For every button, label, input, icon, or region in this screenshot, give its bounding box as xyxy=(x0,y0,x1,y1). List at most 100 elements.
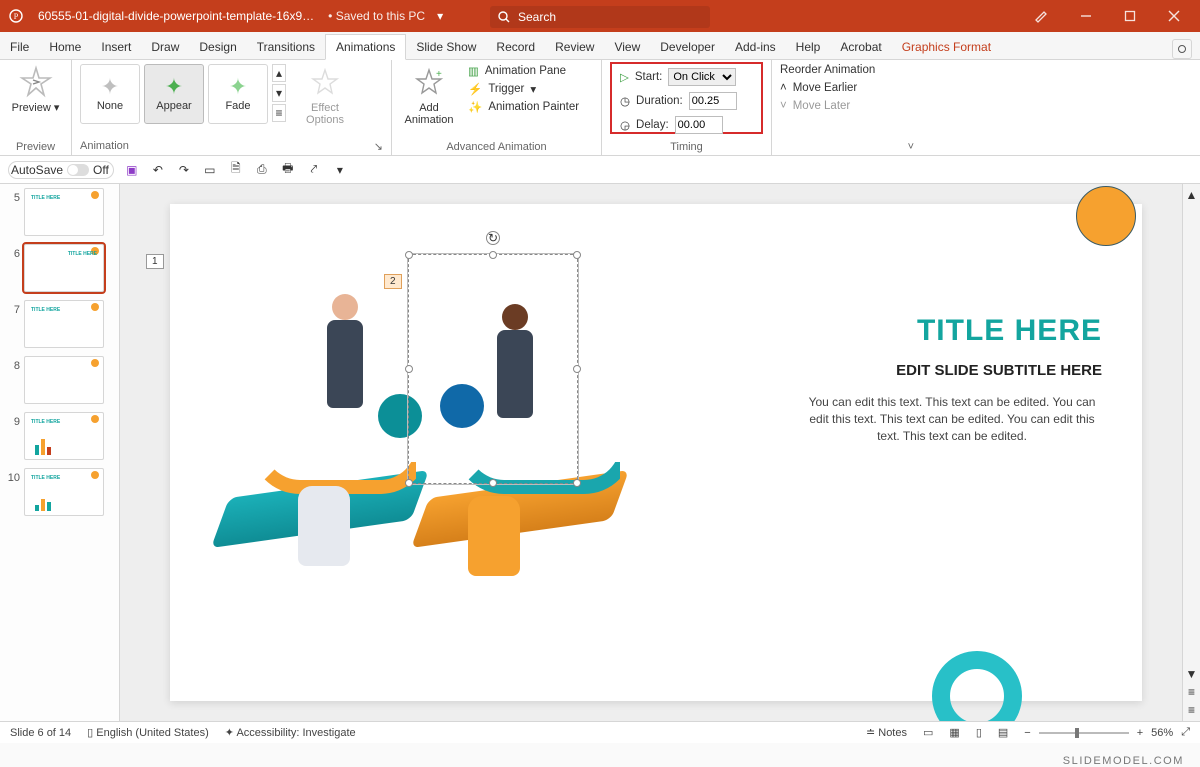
slide-canvas[interactable]: 1 TITLE HERE EDIT SLIDE SUBTITLE HERE Yo… xyxy=(120,184,1182,721)
save-icon[interactable]: ▣ xyxy=(124,162,140,178)
up-icon: ˄ xyxy=(780,82,787,94)
save-dropdown-icon[interactable]: ▾ xyxy=(437,9,443,23)
tab-transitions[interactable]: Transitions xyxy=(247,35,325,59)
move-later-button: ˅Move Later xyxy=(780,100,875,112)
animation-pane-button[interactable]: ▥Animation Pane xyxy=(468,64,579,78)
more-icon[interactable]: ▾ xyxy=(332,162,348,178)
dialog-launcher-icon[interactable]: ↘ xyxy=(374,140,383,153)
normal-view-icon[interactable]: ▭ xyxy=(923,726,933,739)
tab-home[interactable]: Home xyxy=(39,35,91,59)
person-left xyxy=(300,294,390,494)
quick-access-toolbar: AutoSave Off ▣ ↶ ↷ ▭ 🗎 ⎙ 🖶 ⤤ ▾ xyxy=(0,156,1200,184)
tab-acrobat[interactable]: Acrobat xyxy=(830,35,891,59)
appear-star-icon: ✦ xyxy=(165,76,183,98)
deco-ring xyxy=(932,651,1022,721)
share-icon[interactable]: ⤤ xyxy=(306,162,322,178)
anim-tag-2[interactable]: 2 xyxy=(384,274,402,289)
tab-slideshow[interactable]: Slide Show xyxy=(406,35,486,59)
tab-record[interactable]: Record xyxy=(486,35,545,59)
tab-animations[interactable]: Animations xyxy=(325,34,406,60)
reading-view-icon[interactable]: ▯ xyxy=(976,726,982,739)
tab-developer[interactable]: Developer xyxy=(650,35,725,59)
folder-icon[interactable]: ▭ xyxy=(202,162,218,178)
tab-view[interactable]: View xyxy=(604,35,650,59)
delay-input[interactable] xyxy=(675,116,723,134)
titlebar: P 60555-01-digital-divide-powerpoint-tem… xyxy=(0,0,1200,32)
timing-duration[interactable]: ◷ Duration: xyxy=(620,92,737,110)
thumb-9[interactable]: 9TITLE HERE xyxy=(6,412,119,460)
selection-box[interactable]: ↻ xyxy=(408,254,578,484)
thumb-6[interactable]: *6TITLE HERE xyxy=(6,244,119,292)
thumb-5[interactable]: 5TITLE HERE xyxy=(6,188,119,236)
collapse-ribbon-button[interactable] xyxy=(1172,39,1192,59)
scroll-up-icon[interactable]: ▲ xyxy=(1186,188,1198,202)
preview-button[interactable]: Preview ▾ xyxy=(8,64,63,114)
thumb-10[interactable]: 10TITLE HERE xyxy=(6,468,119,516)
add-animation-button[interactable]: + Add Animation xyxy=(400,64,458,126)
slideshow-view-icon[interactable]: ▤ xyxy=(998,726,1008,739)
save-state[interactable]: • Saved to this PC xyxy=(328,9,425,23)
anim-none[interactable]: ✦None xyxy=(80,64,140,124)
collapse-timing-icon[interactable]: ˅ xyxy=(908,141,914,153)
zoom-value[interactable]: 56% xyxy=(1151,727,1173,739)
tab-file[interactable]: File xyxy=(0,35,39,59)
notes-button[interactable]: ≐ Notes xyxy=(866,726,907,739)
animation-painter-button[interactable]: ✨Animation Painter xyxy=(468,100,579,114)
duration-input[interactable] xyxy=(689,92,737,110)
prev-slide-icon[interactable]: ≡ xyxy=(1188,685,1195,699)
gallery-scroll[interactable]: ▴ ▾ ≡ xyxy=(272,64,286,124)
anim-tag-1[interactable]: 1 xyxy=(146,254,164,269)
slide-counter[interactable]: Slide 6 of 14 xyxy=(10,727,71,739)
effect-options-button: Effect Options xyxy=(296,64,354,126)
vertical-scrollbar[interactable]: ▲ ▼ ≡ ≡ xyxy=(1182,184,1200,721)
slide-thumbnails[interactable]: 5TITLE HERE *6TITLE HERE 7TITLE HERE 8 9… xyxy=(0,184,120,721)
tab-graphics-format[interactable]: Graphics Format xyxy=(892,35,1001,59)
timing-start[interactable]: ▷ Start: On Click xyxy=(620,68,737,86)
thumb-7[interactable]: 7TITLE HERE xyxy=(6,300,119,348)
play-icon: ▷ xyxy=(620,70,629,84)
toggle-icon xyxy=(67,164,89,176)
search-box[interactable]: Search xyxy=(490,6,710,28)
start-select[interactable]: On Click xyxy=(668,68,736,86)
zoom-slider[interactable] xyxy=(1039,732,1129,734)
export-icon[interactable]: ⎙ xyxy=(254,162,270,178)
fit-icon[interactable]: ⤢ xyxy=(1181,726,1190,739)
sorter-view-icon[interactable]: ▦ xyxy=(949,726,959,739)
tab-addins[interactable]: Add-ins xyxy=(725,35,786,59)
pane-icon: ▥ xyxy=(468,64,479,78)
anim-fade[interactable]: ✦Fade xyxy=(208,64,268,124)
tab-design[interactable]: Design xyxy=(189,35,246,59)
redo-icon[interactable]: ↷ xyxy=(176,162,192,178)
trigger-button[interactable]: ⚡Trigger ▾ xyxy=(468,82,579,96)
add-animation-icon: + xyxy=(411,64,447,100)
undo-icon[interactable]: ↶ xyxy=(150,162,166,178)
next-slide-icon[interactable]: ≡ xyxy=(1188,703,1195,717)
maximize-button[interactable] xyxy=(1112,0,1148,32)
zoom-in-icon[interactable]: + xyxy=(1137,727,1143,739)
animation-gallery[interactable]: ✦None ✦Appear ✦Fade ▴ ▾ ≡ xyxy=(80,64,286,124)
tab-draw[interactable]: Draw xyxy=(141,35,189,59)
preview-star-icon xyxy=(18,64,54,100)
scroll-down-icon[interactable]: ▼ xyxy=(1186,667,1198,681)
tab-help[interactable]: Help xyxy=(786,35,831,59)
zoom-control[interactable]: − + 56% ⤢ xyxy=(1024,726,1190,739)
accessibility-indicator[interactable]: ✦ Accessibility: Investigate xyxy=(225,726,356,739)
ink-button[interactable] xyxy=(1024,0,1060,32)
autosave-toggle[interactable]: AutoSave Off xyxy=(8,161,114,179)
tab-insert[interactable]: Insert xyxy=(91,35,141,59)
ribbon: Preview ▾ Preview ✦None ✦Appear ✦Fade ▴ … xyxy=(0,60,1200,156)
lang-indicator[interactable]: ▯ English (United States) xyxy=(87,726,209,739)
anim-appear[interactable]: ✦Appear xyxy=(144,64,204,124)
zoom-out-icon[interactable]: − xyxy=(1024,727,1030,739)
close-button[interactable] xyxy=(1156,0,1192,32)
minimize-button[interactable] xyxy=(1068,0,1104,32)
tab-review[interactable]: Review xyxy=(545,35,604,59)
rotate-handle-icon[interactable]: ↻ xyxy=(486,231,500,245)
new-doc-icon[interactable]: 🗎 xyxy=(228,162,244,178)
move-earlier-button[interactable]: ˄Move Earlier xyxy=(780,82,875,94)
clock-icon: ◷ xyxy=(620,94,630,108)
doc-title: 60555-01-digital-divide-powerpoint-templ… xyxy=(38,9,314,23)
timing-delay[interactable]: ◶ Delay: xyxy=(620,116,737,134)
thumb-8[interactable]: 8 xyxy=(6,356,119,404)
print-icon[interactable]: 🖶 xyxy=(280,162,296,178)
